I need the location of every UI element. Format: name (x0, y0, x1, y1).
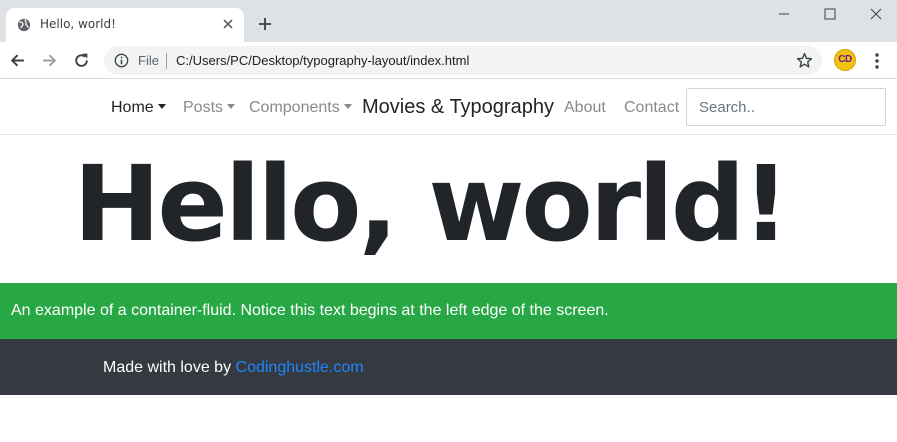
search-input[interactable] (686, 88, 886, 126)
profile-avatar[interactable]: CD (834, 49, 856, 71)
nav-item-about[interactable]: About (564, 99, 606, 117)
nav-components-label: Components (249, 99, 340, 116)
footer-link[interactable]: Codinghustle.com (236, 359, 364, 376)
tab-title: Hello, world! (40, 17, 116, 31)
globe-icon (17, 18, 31, 32)
address-url[interactable]: C:/Users/PC/Desktop/typography-layout/in… (176, 53, 469, 68)
site-navbar: Home Posts Components Movies & Typograph… (0, 79, 897, 135)
info-icon[interactable] (114, 53, 129, 68)
caret-down-icon (157, 104, 166, 109)
container-fluid-banner: An example of a container-fluid. Notice … (0, 283, 897, 339)
nav-posts-label: Posts (183, 99, 224, 116)
navbar-brand[interactable]: Movies & Typography (362, 96, 554, 119)
profile-initials: CD (838, 54, 852, 65)
nav-item-home[interactable]: Home (111, 99, 166, 117)
banner-text: An example of a container-fluid. Notice … (11, 302, 609, 319)
maximize-icon[interactable] (824, 8, 836, 20)
address-scheme: File (138, 53, 159, 68)
caret-down-icon (343, 104, 352, 109)
site-footer: Made with love by Codinghustle.com (0, 339, 897, 395)
nav-item-components[interactable]: Components (249, 99, 352, 117)
nav-home-label: Home (111, 99, 154, 116)
nav-item-posts[interactable]: Posts (183, 99, 236, 117)
caret-down-icon (227, 104, 236, 109)
close-icon[interactable] (221, 17, 235, 31)
footer-prefix: Made with love by (103, 359, 232, 376)
reload-icon[interactable] (73, 52, 90, 69)
plus-icon[interactable] (257, 16, 273, 32)
back-arrow-icon[interactable] (9, 52, 26, 69)
address-separator (166, 53, 167, 69)
kebab-menu-icon[interactable] (871, 52, 883, 70)
forward-arrow-icon[interactable] (41, 52, 58, 69)
address-bar[interactable]: File C:/Users/PC/Desktop/typography-layo… (104, 46, 822, 75)
hero-section: Hello, world! (0, 136, 897, 283)
browser-toolbar: File C:/Users/PC/Desktop/typography-layo… (0, 42, 897, 79)
nav-item-contact[interactable]: Contact (624, 99, 679, 117)
minimize-icon[interactable] (778, 8, 790, 20)
window-close-icon[interactable] (870, 8, 882, 20)
footer-text: Made with love by Codinghustle.com (103, 359, 364, 377)
browser-tab-strip: Hello, world! (0, 0, 897, 42)
browser-tab[interactable]: Hello, world! (6, 8, 244, 42)
star-icon[interactable] (796, 52, 813, 69)
hero-heading: Hello, world! (73, 143, 789, 265)
